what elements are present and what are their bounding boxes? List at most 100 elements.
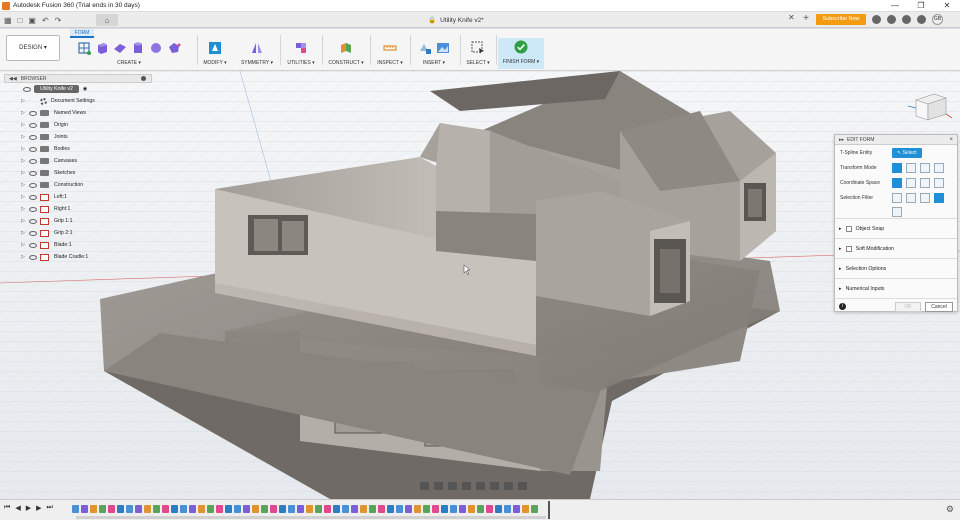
timeline-feature-icon[interactable] <box>459 505 466 513</box>
user-avatar[interactable]: GB <box>932 14 943 25</box>
expand-arrow-icon[interactable]: ▷ <box>20 194 26 200</box>
inspect-group[interactable]: INSPECT ▾ <box>374 39 406 71</box>
timeline-feature-icon[interactable] <box>117 505 124 513</box>
viewcube[interactable] <box>904 86 954 126</box>
timeline-feature-icon[interactable] <box>90 505 97 513</box>
workspace-switcher[interactable]: DESIGN ▾ <box>6 35 60 61</box>
expand-arrow-icon[interactable]: ▷ <box>20 110 26 116</box>
step-forward-icon[interactable]: ▶ <box>36 504 41 512</box>
timeline-feature-icon[interactable] <box>441 505 448 513</box>
create-form-icon[interactable] <box>77 41 91 55</box>
browser-root[interactable]: Utility Knife v2 ◉ <box>4 83 152 95</box>
subscribe-button[interactable]: Subscribe Now <box>816 14 866 25</box>
object-snap-section[interactable]: ▸ Object Snap <box>835 218 957 238</box>
edit-form-header[interactable]: ▸▸ EDIT FORM × <box>835 135 957 145</box>
timeline-feature-icon[interactable] <box>72 505 79 513</box>
grid-settings-icon[interactable] <box>504 482 513 490</box>
body-filter-icon[interactable] <box>892 206 902 217</box>
tab-form[interactable]: FORM <box>70 29 94 38</box>
timeline-feature-icon[interactable] <box>522 505 529 513</box>
fit-icon[interactable] <box>476 482 485 490</box>
visibility-eye-icon[interactable] <box>29 110 37 116</box>
visibility-eye-icon[interactable] <box>29 242 37 248</box>
expand-arrow-icon[interactable]: ▷ <box>20 254 26 260</box>
timeline-feature-icon[interactable] <box>216 505 223 513</box>
canvas-image-icon[interactable] <box>436 41 450 55</box>
timeline-feature-icon[interactable] <box>342 505 349 513</box>
minimize-button[interactable]: — <box>882 0 908 12</box>
expand-arrow-icon[interactable]: ▷ <box>20 218 26 224</box>
browser-item[interactable]: ▷ Construction <box>4 179 152 191</box>
timeline-feature-icon[interactable] <box>279 505 286 513</box>
browser-item[interactable]: ▷ Named Views <box>4 107 152 119</box>
timeline-feature-icon[interactable] <box>180 505 187 513</box>
soft-modification-checkbox[interactable] <box>845 245 852 252</box>
local-space-icon[interactable] <box>920 177 930 188</box>
timeline-feature-icon[interactable] <box>270 505 277 513</box>
world-space-icon[interactable] <box>892 177 902 188</box>
construct-plane-icon[interactable] <box>339 41 353 55</box>
visibility-eye-icon[interactable] <box>29 230 37 236</box>
help-icon[interactable] <box>917 15 926 24</box>
timeline-feature-icon[interactable] <box>126 505 133 513</box>
maximize-button[interactable]: ❐ <box>908 0 934 12</box>
insert-mesh-icon[interactable] <box>418 41 432 55</box>
timeline-feature-icon[interactable] <box>189 505 196 513</box>
per-face-icon[interactable] <box>934 177 944 188</box>
visibility-eye-icon[interactable] <box>29 206 37 212</box>
document-tab[interactable]: 🔒 Utility Knife v2* <box>428 14 484 26</box>
timeline-feature-icon[interactable] <box>423 505 430 513</box>
visibility-eye-icon[interactable] <box>29 122 37 128</box>
timeline-feature-icon[interactable] <box>225 505 232 513</box>
new-tab-button[interactable]: + <box>800 13 812 25</box>
play-icon[interactable]: ▶ <box>26 504 31 512</box>
measure-icon[interactable] <box>383 41 397 55</box>
visibility-eye-icon[interactable] <box>23 86 31 92</box>
undo-icon[interactable]: ↶ <box>42 16 49 25</box>
finish-form-group[interactable]: FINISH FORM ▾ <box>498 38 544 69</box>
visibility-eye-icon[interactable] <box>29 182 37 188</box>
extensions-icon[interactable] <box>872 15 881 24</box>
timeline-feature-icon[interactable] <box>261 505 268 513</box>
timeline-feature-icon[interactable] <box>477 505 484 513</box>
look-at-icon[interactable] <box>434 482 443 490</box>
timeline-feature-icon[interactable] <box>378 505 385 513</box>
visibility-eye-icon[interactable] <box>29 134 37 140</box>
sphere-icon[interactable] <box>149 41 163 55</box>
expand-arrow-icon[interactable]: ▷ <box>20 170 26 176</box>
timeline-feature-icon[interactable] <box>369 505 376 513</box>
cancel-button[interactable]: Cancel <box>925 301 953 312</box>
timeline-feature-icon[interactable] <box>171 505 178 513</box>
select-entity-button[interactable]: ↖ Select <box>892 147 922 158</box>
timeline-feature-icon[interactable] <box>81 505 88 513</box>
go-to-start-icon[interactable]: ⏮ <box>4 504 10 512</box>
select-group[interactable]: SELECT ▾ <box>462 39 494 71</box>
expand-arrow-icon[interactable]: ▷ <box>20 230 26 236</box>
visibility-eye-icon[interactable] <box>29 146 37 152</box>
close-window-button[interactable]: ✕ <box>934 0 960 12</box>
translate-icon[interactable] <box>906 162 916 173</box>
home-tab-button[interactable]: ⌂ <box>96 14 118 26</box>
job-status-icon[interactable] <box>887 15 896 24</box>
timeline-marker[interactable] <box>548 501 550 519</box>
file-icon[interactable]: □ <box>18 16 23 25</box>
timeline-feature-icon[interactable] <box>108 505 115 513</box>
expand-arrow-icon[interactable]: ▸▸ <box>839 137 844 143</box>
timeline-feature-icon[interactable] <box>144 505 151 513</box>
timeline-feature-icon[interactable] <box>243 505 250 513</box>
browser-item[interactable]: ▷ Origin <box>4 119 152 131</box>
timeline-feature-icon[interactable] <box>405 505 412 513</box>
insert-group[interactable]: INSERT ▾ <box>414 39 454 71</box>
browser-item[interactable]: ▷ Sketches <box>4 167 152 179</box>
face-filter-icon[interactable] <box>920 192 930 203</box>
object-snap-checkbox[interactable] <box>845 225 852 232</box>
expand-arrow-icon[interactable]: ▷ <box>20 98 26 104</box>
browser-item[interactable]: ▷ Document Settings <box>4 95 152 107</box>
collapse-arrow-icon[interactable]: ◀◀ <box>9 76 17 82</box>
timeline-feature-icon[interactable] <box>387 505 394 513</box>
notifications-icon[interactable] <box>902 15 911 24</box>
all-filter-icon[interactable] <box>934 192 944 203</box>
utilities-group[interactable]: UTILITIES ▾ <box>284 39 318 71</box>
timeline-feature-icon[interactable] <box>99 505 106 513</box>
box-icon[interactable] <box>95 41 109 55</box>
